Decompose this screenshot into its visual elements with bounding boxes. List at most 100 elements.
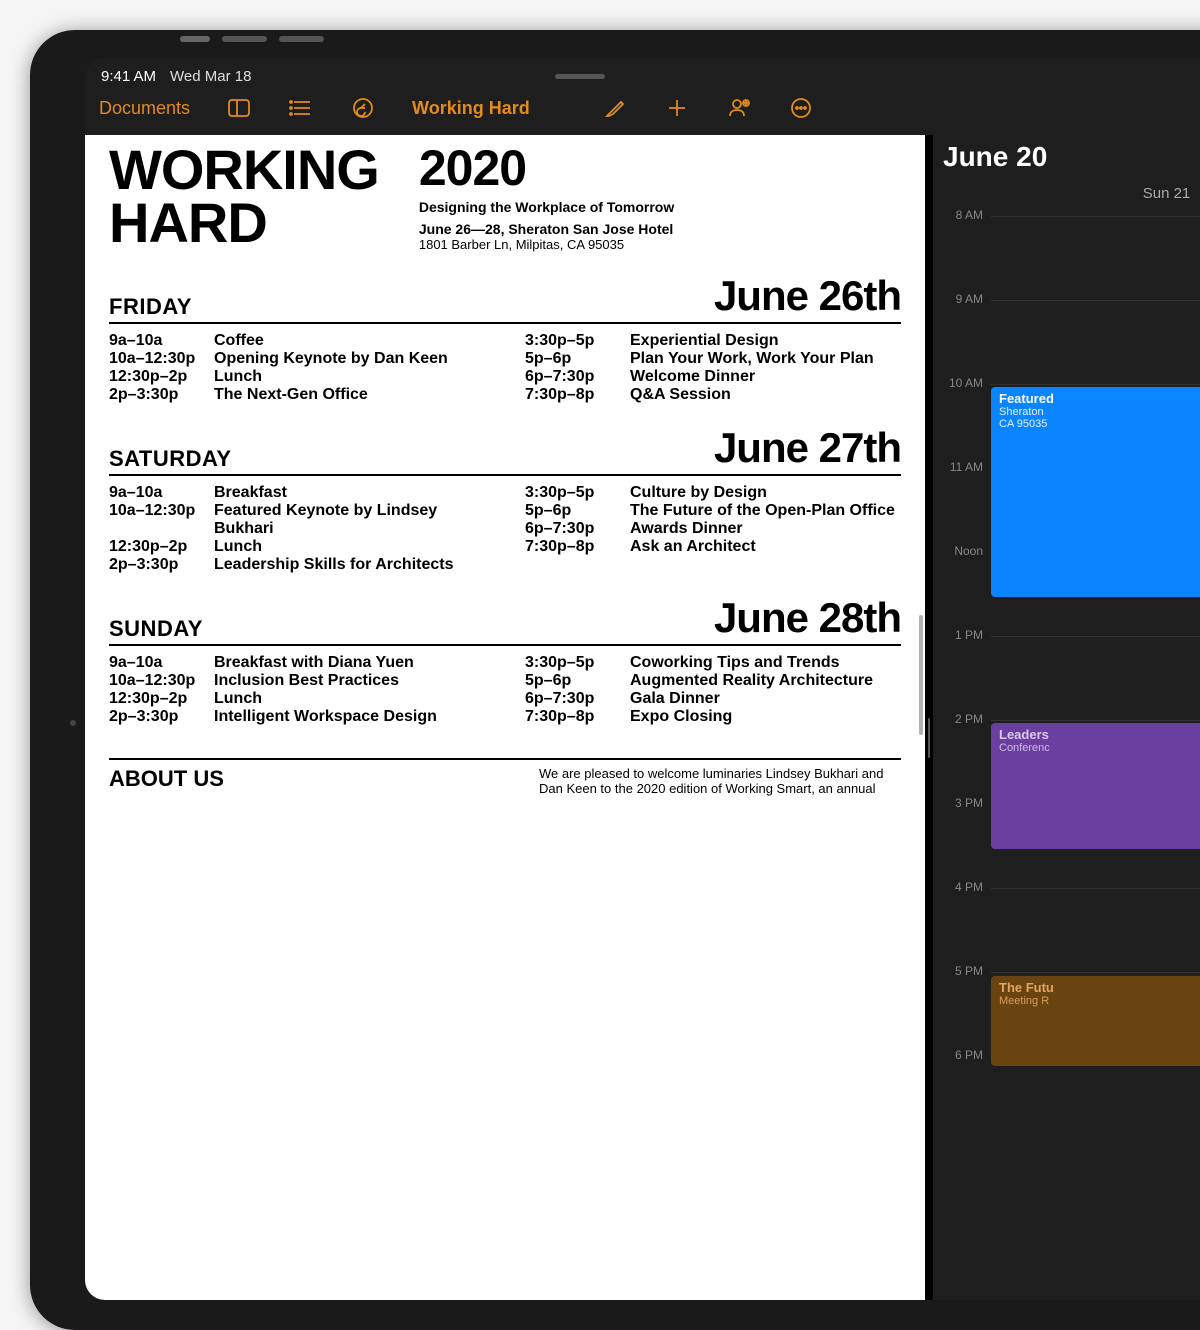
schedule-title: Gala Dinner (630, 690, 720, 708)
schedule-time: 5p–6p (525, 350, 630, 368)
schedule-time: 2p–3:30p (109, 708, 214, 726)
schedule-item: 3:30p–5p Coworking Tips and Trends (525, 654, 901, 672)
schedule-time: 12:30p–2p (109, 690, 214, 708)
schedule-item: 2p–3:30p Intelligent Workspace Design (109, 708, 485, 726)
schedule-title: Welcome Dinner (630, 368, 755, 386)
hour-label: 5 PM (939, 964, 983, 978)
status-bar: 9:41 AM Wed Mar 18 (85, 58, 1200, 89)
schedule-item: 6p–7:30p Welcome Dinner (525, 368, 901, 386)
schedule-title: Awards Dinner (630, 520, 743, 538)
calendar-event[interactable]: Leaders Conferenc (991, 723, 1200, 849)
schedule-item: 2p–3:30p Leadership Skills for Architect… (109, 556, 485, 574)
undo-icon[interactable] (350, 95, 376, 121)
app-toolbar: Documents Working Hard (85, 89, 1200, 135)
schedule-time: 7:30p–8p (525, 708, 630, 726)
hour-label: 8 AM (939, 208, 983, 222)
hour-label: Noon (939, 544, 983, 558)
schedule-item: 3:30p–5p Culture by Design (525, 484, 901, 502)
schedule-time: 7:30p–8p (525, 538, 630, 556)
schedule-item: 12:30p–2p Lunch (109, 538, 485, 556)
schedule-item: 6p–7:30p Awards Dinner (525, 520, 901, 538)
schedule-title: Leadership Skills for Architects (214, 556, 453, 574)
schedule-time: 9a–10a (109, 654, 214, 672)
schedule-time: 6p–7:30p (525, 520, 630, 538)
status-time: 9:41 AM (101, 68, 156, 85)
calendar-pane[interactable]: June 20 Sun 21 8 AM9 AM10 AM11 AMNoon1 P… (933, 135, 1200, 1300)
schedule-title: Breakfast with Diana Yuen (214, 654, 414, 672)
brush-icon[interactable] (602, 95, 628, 121)
schedule-title: The Future of the Open-Plan Office (630, 502, 895, 520)
doc-address: 1801 Barber Ln, Milpitas, CA 95035 (419, 237, 901, 252)
schedule-item: 7:30p–8p Expo Closing (525, 708, 901, 726)
calendar-event[interactable]: Featured Sheraton CA 95035 (991, 387, 1200, 597)
schedule-time: 10a–12:30p (109, 350, 214, 368)
calendar-grid[interactable]: 8 AM9 AM10 AM11 AMNoon1 PM2 PM3 PM4 PM5 … (933, 216, 1200, 1140)
event-sub: CA 95035 (999, 418, 1200, 430)
sidebar-icon[interactable] (226, 95, 252, 121)
schedule-item: 12:30p–2p Lunch (109, 690, 485, 708)
day-block: FRIDAY June 26th 9a–10a Coffee 10a–12:30… (109, 272, 901, 404)
hour-label: 4 PM (939, 880, 983, 894)
hour-label: 9 AM (939, 292, 983, 306)
schedule-time: 3:30p–5p (525, 654, 630, 672)
schedule-title: Ask an Architect (630, 538, 756, 556)
schedule-title: Opening Keynote by Dan Keen (214, 350, 448, 368)
hour-row: 6 PM (991, 1056, 1200, 1140)
calendar-event[interactable]: The Futu Meeting R (991, 976, 1200, 1066)
collaborate-icon[interactable] (726, 95, 752, 121)
split-view: WORKINGHARD 2020 Designing the Workplace… (85, 135, 1200, 1300)
document-pane[interactable]: WORKINGHARD 2020 Designing the Workplace… (85, 135, 925, 1300)
schedule-item: 9a–10a Breakfast with Diana Yuen (109, 654, 485, 672)
schedule-title: Plan Your Work, Work Your Plan (630, 350, 874, 368)
hour-row: 8 AM (991, 216, 1200, 300)
schedule-time: 5p–6p (525, 502, 630, 520)
schedule-title: Intelligent Workspace Design (214, 708, 437, 726)
day-block: SATURDAY June 27th 9a–10a Breakfast 10a–… (109, 424, 901, 574)
event-sub: Conferenc (999, 742, 1200, 754)
back-documents-button[interactable]: Documents (99, 98, 190, 119)
plus-icon[interactable] (664, 95, 690, 121)
hour-label: 1 PM (939, 628, 983, 642)
split-view-handle[interactable] (925, 135, 933, 1300)
day-name: SATURDAY (109, 446, 232, 472)
schedule-time: 12:30p–2p (109, 538, 214, 556)
doc-subtitle-1: Designing the Workplace of Tomorrow (419, 199, 901, 215)
schedule-item: 2p–3:30p The Next-Gen Office (109, 386, 485, 404)
schedule-title: Coffee (214, 332, 264, 350)
schedule-time: 6p–7:30p (525, 690, 630, 708)
day-name: FRIDAY (109, 294, 192, 320)
schedule-time: 7:30p–8p (525, 386, 630, 404)
calendar-day-label[interactable]: Sun 21 (933, 185, 1200, 202)
event-title: Featured (999, 391, 1200, 406)
hour-label: 2 PM (939, 712, 983, 726)
calendar-month-label: June 20 (933, 135, 1200, 185)
schedule-title: Featured Keynote by Lindsey Bukhari (214, 502, 485, 538)
schedule-title: Lunch (214, 690, 262, 708)
multitask-pill[interactable] (555, 74, 605, 79)
schedule-item: 10a–12:30p Featured Keynote by Lindsey B… (109, 502, 485, 538)
schedule-item: 5p–6p Plan Your Work, Work Your Plan (525, 350, 901, 368)
schedule-time: 9a–10a (109, 332, 214, 350)
document-title[interactable]: Working Hard (412, 98, 530, 119)
schedule-time: 10a–12:30p (109, 672, 214, 690)
day-date: June 27th (714, 424, 901, 472)
hour-row: 4 PM (991, 888, 1200, 972)
doc-heading: WORKINGHARD (109, 143, 379, 252)
schedule-title: Augmented Reality Architecture (630, 672, 873, 690)
document-scrollbar[interactable] (919, 615, 923, 735)
schedule-title: Lunch (214, 538, 262, 556)
schedule-item: 10a–12:30p Opening Keynote by Dan Keen (109, 350, 485, 368)
schedule-title: Q&A Session (630, 386, 731, 404)
schedule-item: 9a–10a Coffee (109, 332, 485, 350)
schedule-time: 12:30p–2p (109, 368, 214, 386)
ipad-mic-dot (70, 720, 76, 726)
schedule-title: Expo Closing (630, 708, 732, 726)
day-name: SUNDAY (109, 616, 203, 642)
list-icon[interactable] (288, 95, 314, 121)
schedule-time: 2p–3:30p (109, 556, 214, 574)
about-heading: ABOUT US (109, 766, 499, 796)
schedule-title: Culture by Design (630, 484, 767, 502)
ipad-frame: 9:41 AM Wed Mar 18 Documents Working Har… (30, 30, 1200, 1330)
doc-subtitle-2: June 26—28, Sheraton San Jose Hotel (419, 221, 901, 237)
more-icon[interactable] (788, 95, 814, 121)
